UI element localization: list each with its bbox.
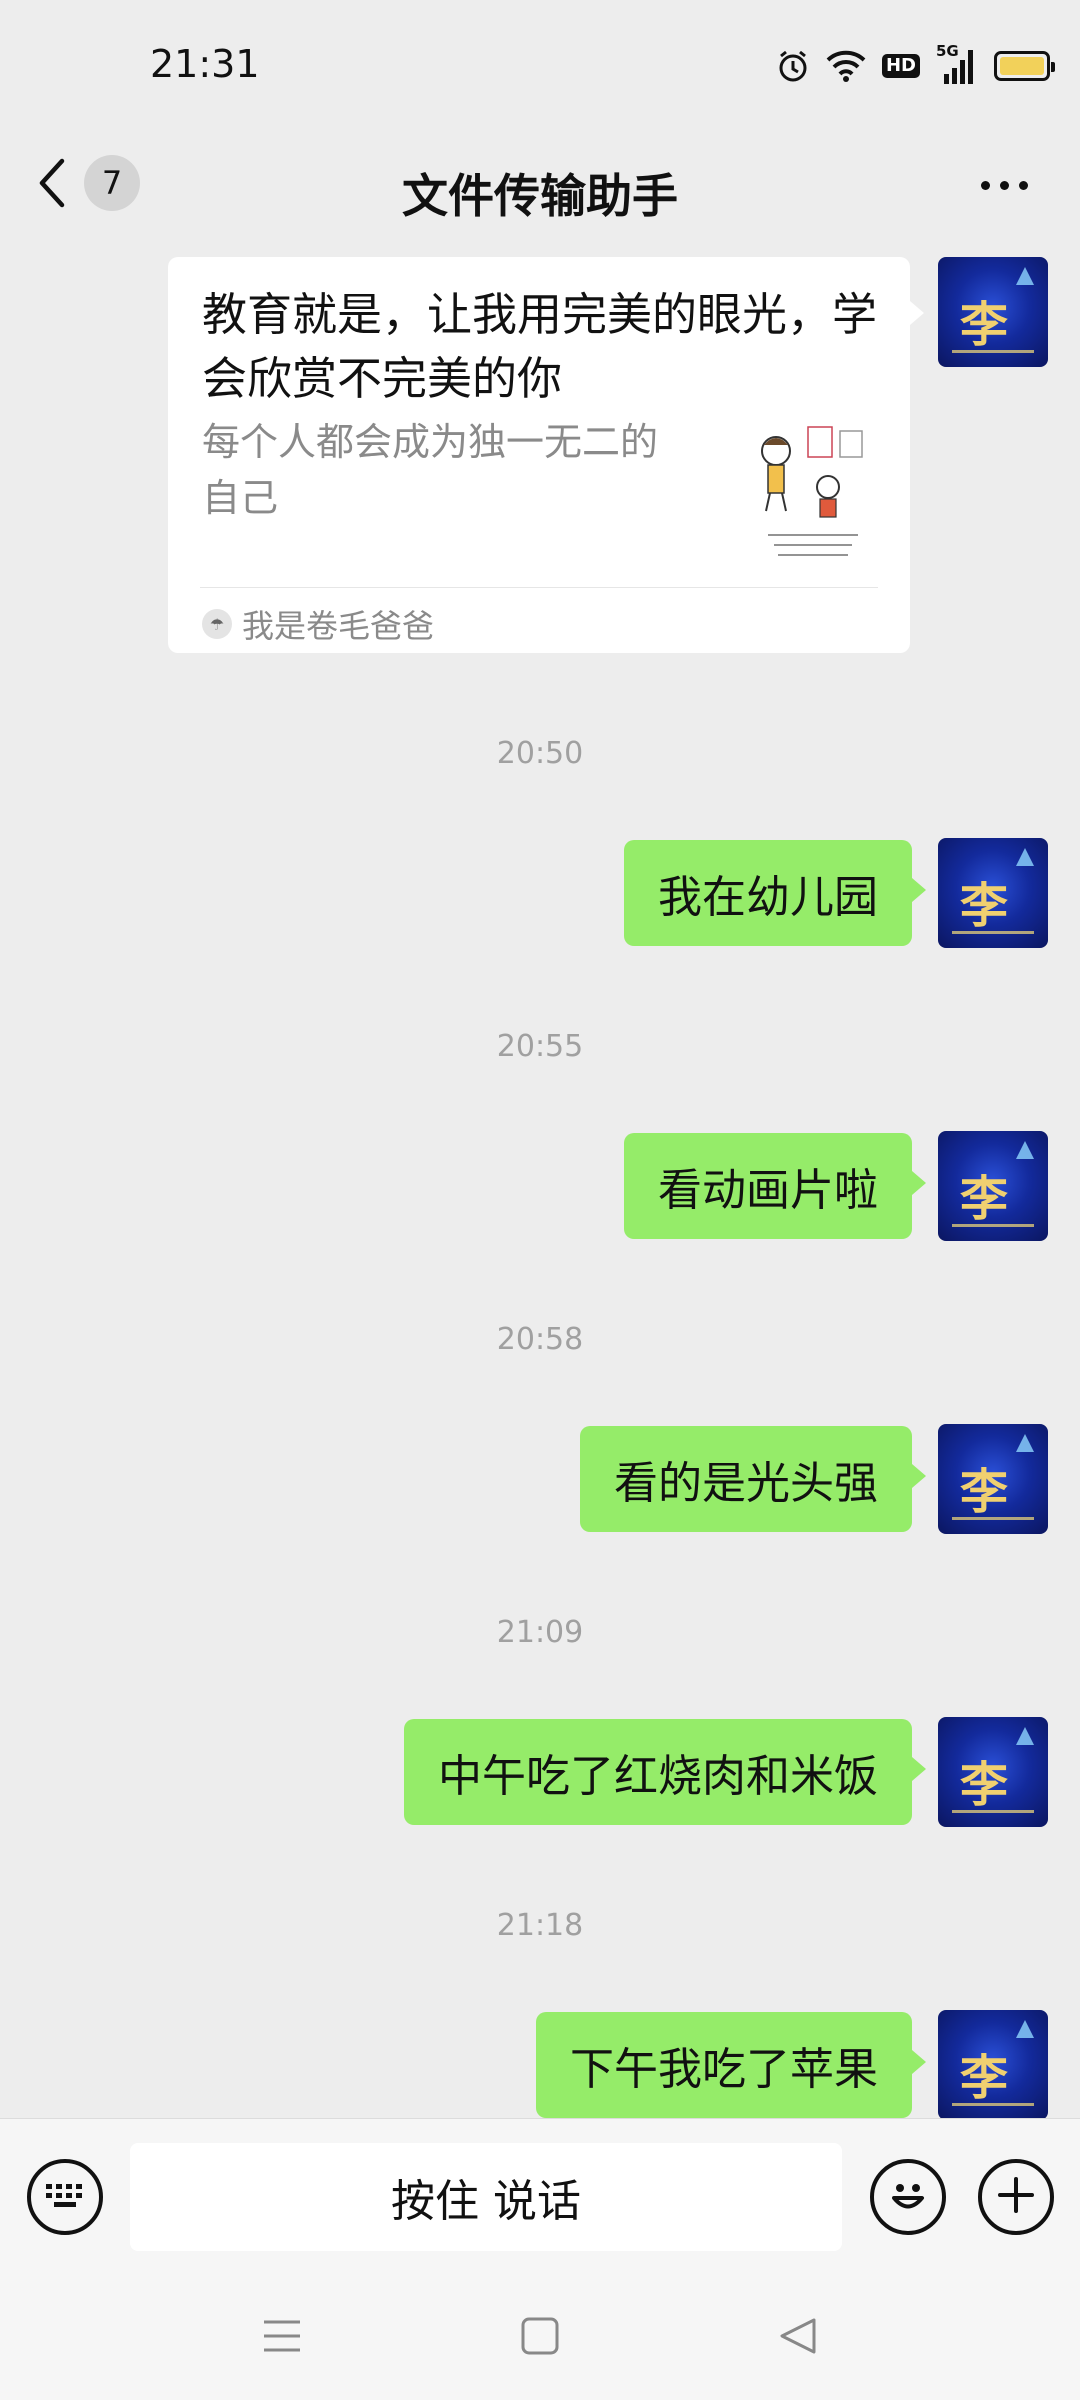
avatar[interactable]: 李: [938, 1424, 1048, 1534]
status-time: 21:31: [150, 42, 260, 86]
butterfly-icon: [1016, 1434, 1034, 1452]
avatar-glyph: 李: [960, 2050, 1009, 2106]
avatar[interactable]: 李: [938, 1717, 1048, 1827]
link-card-thumbnail: [748, 417, 878, 567]
alarm-icon: [776, 49, 810, 83]
avatar-decoration: [952, 1517, 1034, 1520]
avatar[interactable]: 李: [938, 2010, 1048, 2120]
link-card-title: 教育就是，让我用完美的眼光，学会欣赏不完美的你: [202, 288, 878, 405]
battery-icon: [994, 51, 1055, 81]
chat-header: 7 文件传输助手: [0, 130, 1080, 240]
system-navigation-bar: [0, 2278, 1080, 2400]
outgoing-message-bubble[interactable]: 我在幼儿园: [624, 840, 926, 946]
more-actions-button[interactable]: [978, 2159, 1054, 2235]
link-card-divider: [200, 587, 878, 588]
outgoing-message-bubble[interactable]: 下午我吃了苹果: [536, 2012, 926, 2118]
more-button[interactable]: [964, 160, 1044, 210]
hd-badge: HD: [881, 54, 920, 78]
avatar-decoration: [952, 1224, 1034, 1227]
triangle-back-icon: [778, 2318, 818, 2360]
avatar-glyph: 李: [960, 1171, 1009, 1227]
shared-link-card[interactable]: 教育就是，让我用完美的眼光，学会欣赏不完美的你 每个人都会成为独一无二的自己 ☂…: [168, 257, 924, 653]
hamburger-icon: [262, 2320, 302, 2360]
link-card-source-name: 我是卷毛爸爸: [242, 607, 435, 645]
keyboard-icon: [44, 2180, 86, 2214]
battery-level: [1000, 57, 1044, 75]
outgoing-message-bubble[interactable]: 看的是光头强: [580, 1426, 926, 1532]
butterfly-icon: [1016, 848, 1034, 866]
link-card-description: 每个人都会成为独一无二的自己: [202, 420, 659, 520]
avatar[interactable]: 李: [938, 1131, 1048, 1241]
link-card-source: ☂ 我是卷毛爸爸: [202, 602, 434, 646]
plus-icon: [994, 2173, 1038, 2221]
chat-input-bar: 按住 说话: [0, 2118, 1080, 2278]
more-dot: [1018, 180, 1028, 190]
smiley-icon: [884, 2171, 932, 2223]
wifi-icon: [826, 50, 866, 82]
hold-to-talk-button[interactable]: 按住 说话: [130, 2143, 842, 2251]
more-dot: [980, 180, 990, 190]
message-timestamp: 21:09: [496, 1615, 584, 1650]
message-timestamp: 21:18: [496, 1908, 584, 1943]
avatar[interactable]: 李: [938, 257, 1048, 367]
outgoing-message-bubble[interactable]: 看动画片啦: [624, 1133, 926, 1239]
page-title: 文件传输助手: [402, 169, 678, 223]
avatar-glyph: 李: [960, 1757, 1009, 1813]
outgoing-message-bubble[interactable]: 中午吃了红烧肉和米饭: [404, 1719, 926, 1825]
message-timestamp: 20:50: [496, 736, 584, 771]
avatar-decoration: [952, 1810, 1034, 1813]
status-bar: 21:31 HD 5G: [0, 0, 1080, 130]
square-icon: [520, 2317, 560, 2360]
butterfly-icon: [1016, 1141, 1034, 1159]
keyboard-toggle-button[interactable]: [27, 2159, 103, 2235]
avatar-decoration: [952, 2103, 1034, 2106]
avatar-glyph: 李: [960, 297, 1009, 353]
avatar-glyph: 李: [960, 1464, 1009, 1520]
menu-nav-button[interactable]: [262, 2316, 302, 2360]
avatar[interactable]: 李: [938, 838, 1048, 948]
cellular-signal-icon: 5G: [936, 42, 978, 86]
butterfly-icon: [1016, 267, 1034, 285]
emoji-button[interactable]: [870, 2159, 946, 2235]
home-nav-button[interactable]: [520, 2316, 560, 2360]
message-timestamp: 20:55: [496, 1029, 584, 1064]
avatar-decoration: [952, 350, 1034, 353]
avatar-decoration: [952, 931, 1034, 934]
avatar-glyph: 李: [960, 878, 1009, 934]
message-timestamp: 20:58: [496, 1322, 584, 1357]
source-account-icon: ☂: [202, 609, 232, 639]
butterfly-icon: [1016, 2020, 1034, 2038]
more-dot: [999, 180, 1009, 190]
butterfly-icon: [1016, 1727, 1034, 1745]
back-nav-button[interactable]: [778, 2316, 818, 2360]
status-icons: HD 5G: [776, 42, 1055, 88]
